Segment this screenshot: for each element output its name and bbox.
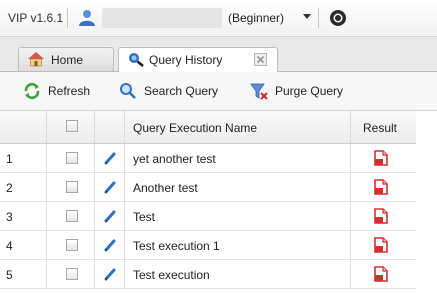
column-divider bbox=[46, 111, 47, 143]
table-row[interactable]: 4 Test execution 1 bbox=[0, 231, 416, 260]
close-icon[interactable] bbox=[254, 53, 267, 66]
row-checkbox[interactable] bbox=[66, 181, 78, 193]
column-divider bbox=[350, 111, 351, 143]
tab-label: Home bbox=[51, 53, 84, 67]
top-bar: VIP v1.6.1 (Beginner) bbox=[0, 0, 437, 37]
row-checkbox[interactable] bbox=[66, 210, 78, 222]
row-number: 1 bbox=[6, 152, 13, 166]
row-checkbox[interactable] bbox=[66, 152, 78, 164]
home-icon bbox=[28, 52, 44, 67]
app-version: VIP v1.6.1 bbox=[8, 11, 64, 25]
user-icon[interactable] bbox=[77, 9, 97, 27]
table-row[interactable]: 1 yet another test bbox=[0, 144, 416, 173]
refresh-label: Refresh bbox=[48, 84, 91, 98]
table-row[interactable]: 3 Test bbox=[0, 202, 416, 231]
purge-query-label: Purge Query bbox=[275, 84, 344, 98]
column-header-result[interactable]: Result bbox=[363, 121, 397, 135]
column-divider bbox=[124, 111, 125, 143]
query-name: Test execution bbox=[133, 268, 210, 282]
user-level-menu[interactable]: (Beginner) bbox=[228, 11, 284, 25]
divider bbox=[318, 8, 319, 28]
refresh-button[interactable]: Refresh bbox=[22, 82, 104, 102]
purge-icon bbox=[250, 83, 268, 100]
pencil-icon[interactable] bbox=[103, 151, 117, 165]
username-redacted bbox=[102, 8, 222, 28]
pencil-icon[interactable] bbox=[103, 209, 117, 223]
table-row[interactable]: 5 Test execution bbox=[0, 260, 416, 289]
chevron-down-icon[interactable] bbox=[303, 14, 311, 19]
query-name: yet another test bbox=[133, 152, 216, 166]
row-number: 5 bbox=[6, 268, 13, 282]
query-name: Another test bbox=[133, 181, 198, 195]
pdf-result-icon[interactable] bbox=[374, 179, 388, 195]
row-checkbox[interactable] bbox=[66, 239, 78, 251]
column-divider bbox=[94, 144, 95, 289]
search-query-button[interactable]: Search Query bbox=[118, 82, 234, 102]
tab-label: Query History bbox=[149, 53, 223, 67]
query-name: Test bbox=[133, 210, 156, 224]
purge-query-button[interactable]: Purge Query bbox=[249, 82, 359, 102]
pdf-result-icon[interactable] bbox=[374, 237, 388, 253]
search-icon bbox=[120, 83, 136, 99]
pencil-icon[interactable] bbox=[103, 238, 117, 252]
row-number: 3 bbox=[6, 210, 13, 224]
logout-icon[interactable] bbox=[328, 8, 348, 28]
pencil-icon[interactable] bbox=[103, 180, 117, 194]
pencil-icon[interactable] bbox=[103, 267, 117, 281]
query-history-icon bbox=[129, 53, 144, 67]
refresh-icon bbox=[24, 82, 40, 100]
tab-home[interactable]: Home bbox=[18, 47, 114, 71]
pdf-result-icon[interactable] bbox=[374, 150, 388, 166]
tab-query-history[interactable]: Query History bbox=[118, 47, 278, 72]
query-name: Test execution 1 bbox=[133, 239, 220, 253]
pdf-result-icon[interactable] bbox=[374, 266, 388, 282]
column-divider bbox=[124, 144, 125, 289]
tab-strip: Home Query History bbox=[0, 37, 437, 72]
close-x-icon bbox=[257, 56, 264, 63]
divider bbox=[67, 8, 68, 28]
column-divider bbox=[94, 111, 95, 143]
row-number: 4 bbox=[6, 239, 13, 253]
grid-header: Query Execution Name Result bbox=[0, 111, 416, 144]
row-number: 2 bbox=[6, 181, 13, 195]
pdf-result-icon[interactable] bbox=[374, 208, 388, 224]
table-row[interactable]: 2 Another test bbox=[0, 173, 416, 202]
search-query-label: Search Query bbox=[144, 84, 219, 98]
column-header-name[interactable]: Query Execution Name bbox=[133, 121, 257, 135]
select-all-checkbox[interactable] bbox=[66, 120, 78, 132]
toolbar: Refresh Search Query Purge Query bbox=[0, 72, 437, 111]
column-divider bbox=[46, 144, 47, 289]
column-divider bbox=[350, 144, 351, 289]
row-checkbox[interactable] bbox=[66, 268, 78, 280]
